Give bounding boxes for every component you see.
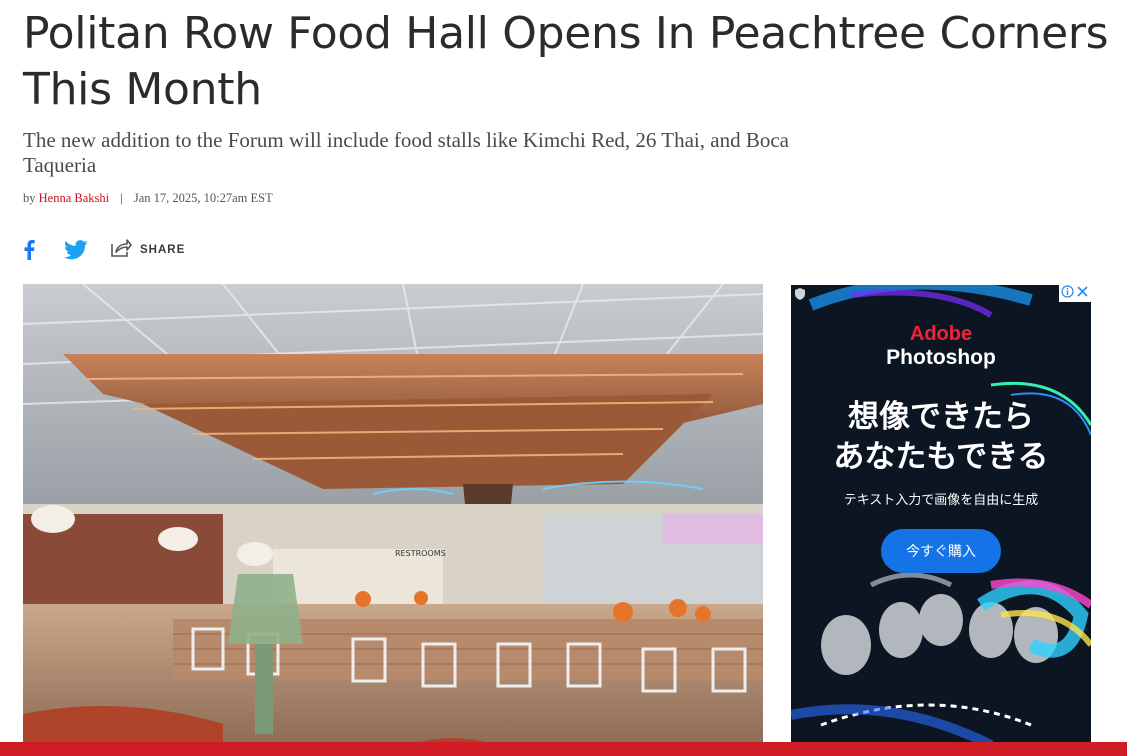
share-icon xyxy=(110,238,132,263)
bottom-bar xyxy=(0,742,1127,756)
restrooms-sign: RESTROOMS xyxy=(395,549,446,558)
food-hall-photo: RESTROOMS xyxy=(23,284,763,744)
share-button[interactable]: SHARE xyxy=(110,238,185,263)
ad-badge-icon xyxy=(793,287,807,306)
close-icon[interactable] xyxy=(1076,285,1089,303)
ad-headline-line2: あなたもできる xyxy=(833,439,1049,475)
ad-headline: 想像できたら あなたもできる xyxy=(791,397,1091,477)
share-label: SHARE xyxy=(140,244,186,256)
ad-headline-line1: 想像できたら xyxy=(848,399,1034,435)
byline: by Henna Bakshi | Jan 17, 2025, 10:27am … xyxy=(23,191,273,206)
article-dek: The new addition to the Forum will inclu… xyxy=(23,128,789,177)
ad-brand-photoshop: Photoshop xyxy=(886,346,996,369)
hero-image[interactable]: RESTROOMS xyxy=(23,284,763,744)
article-timestamp: Jan 17, 2025, 10:27am EST xyxy=(133,191,273,205)
byline-prefix: by xyxy=(23,191,36,205)
share-bar: SHARE xyxy=(23,238,185,262)
ad-buy-now-button[interactable]: 今すぐ購入 xyxy=(881,529,1001,573)
facebook-icon[interactable] xyxy=(23,239,37,261)
byline-separator: | xyxy=(120,191,123,205)
adchoices-bar[interactable] xyxy=(1059,285,1091,302)
twitter-icon[interactable] xyxy=(64,239,88,261)
adchoices-icon[interactable] xyxy=(1061,285,1074,303)
article-headline: Politan Row Food Hall Opens In Peachtree… xyxy=(23,8,1109,115)
advertisement[interactable]: Adobe Photoshop 想像できたら あなたもできる テキスト入力で画像… xyxy=(791,285,1091,745)
ad-brand-adobe: Adobe xyxy=(909,323,973,345)
ad-subtext: テキスト入力で画像を自由に生成 xyxy=(843,493,1039,508)
author-link[interactable]: Henna Bakshi xyxy=(39,191,109,205)
